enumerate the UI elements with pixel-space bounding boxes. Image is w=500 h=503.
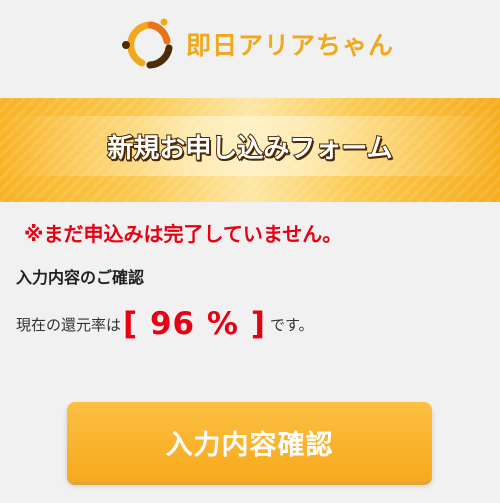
logo[interactable]: 即日アリアちゃん [120, 14, 394, 76]
orbit-logo-icon [122, 18, 173, 69]
form-banner: 新規お申し込みフォーム [0, 98, 500, 202]
rate-suffix: です。 [269, 315, 314, 334]
confirm-input-button[interactable]: 入力内容確認 [67, 402, 432, 482]
rate-value: [ 96 % ] [123, 306, 266, 342]
section-title: 入力内容のご確認 [16, 268, 145, 287]
confirm-button-label: 入力内容確認 [165, 429, 334, 461]
rate-prefix: 現在の還元率は [16, 315, 122, 334]
incomplete-warning: ※まだ申込みは完了していません。 [24, 222, 343, 246]
header: 即日アリアちゃん [0, 0, 500, 98]
banner-title: 新規お申し込みフォーム [106, 133, 393, 165]
return-rate-line: 現在の還元率は [ 96 % ] です。 [16, 304, 313, 344]
logo-text: 即日アリアちゃん [186, 30, 395, 60]
